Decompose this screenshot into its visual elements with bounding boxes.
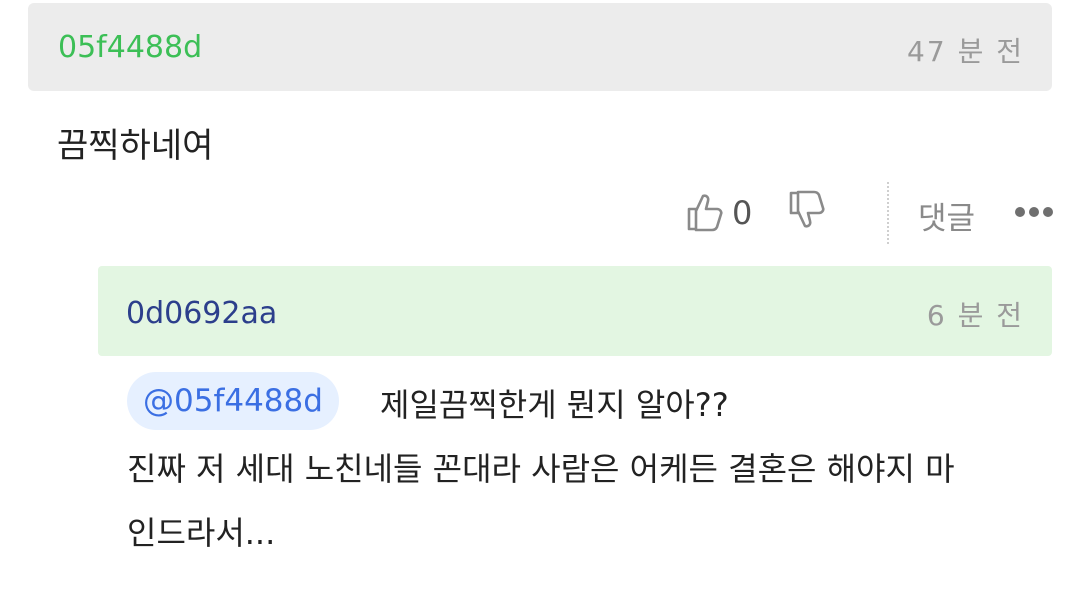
- comment-actions: 0 댓글: [680, 182, 1060, 244]
- thumbs-down-icon[interactable]: [788, 190, 828, 230]
- reply-text-line3: 인드라서...: [127, 514, 276, 552]
- thumbs-up-icon[interactable]: [686, 192, 724, 232]
- like-count: 0: [732, 194, 753, 232]
- reply-text-line2: 진짜 저 세대 노친네들 꼰대라 사람은 어케든 결혼은 해야지 마: [127, 450, 955, 488]
- reply-header: 0d0692aa 6 분 전: [98, 266, 1052, 356]
- reply-text-first: 제일끔찍한게 뭔지 알아??: [380, 386, 729, 424]
- comment-author[interactable]: 05f4488d: [58, 30, 202, 65]
- more-icon[interactable]: [1014, 206, 1054, 218]
- reply-author[interactable]: 0d0692aa: [126, 296, 277, 331]
- reply-timestamp: 6 분 전: [926, 299, 1024, 332]
- reply-button[interactable]: 댓글: [918, 193, 975, 238]
- comment-header: 05f4488d 47 분 전: [28, 3, 1052, 91]
- comment-body: 끔찍하네여: [57, 126, 214, 166]
- action-divider: [887, 182, 889, 244]
- comment-timestamp: 47 분 전: [907, 35, 1024, 68]
- mention-tag[interactable]: @05f4488d: [127, 372, 339, 430]
